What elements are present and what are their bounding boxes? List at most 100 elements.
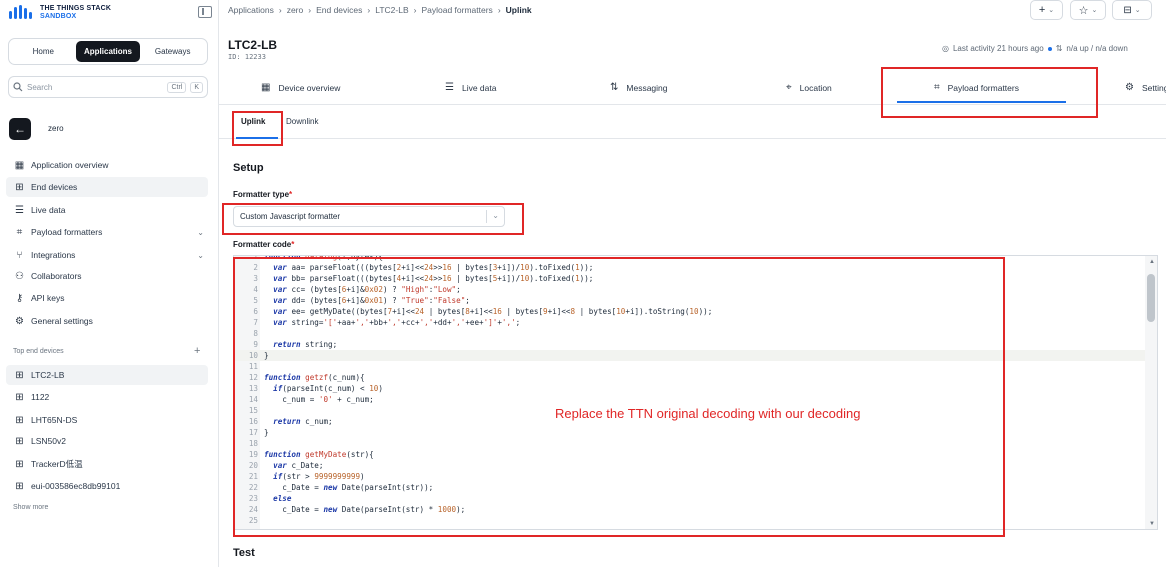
sidebar-item-collaborators[interactable]: ⚇ Collaborators xyxy=(6,266,208,286)
device-item[interactable]: ⊞ TrackerD低温 xyxy=(6,454,208,474)
breadcrumb-end-devices[interactable]: End devices xyxy=(316,5,362,15)
breadcrumb: Applications › zero › End devices › LTC2-LB… xyxy=(228,5,532,15)
device-item[interactable]: ⊞ eui-003586ec8db99101 xyxy=(6,476,208,496)
required-marker: * xyxy=(291,240,295,249)
sidebar-item-application-overview[interactable]: ▦ Application overview xyxy=(6,155,208,175)
users-icon: ⚇ xyxy=(15,270,24,282)
chevron-down-icon: ⌄ xyxy=(197,250,204,260)
fork-icon: ⑂ xyxy=(16,249,23,261)
main-nav-switcher: Home Applications Gateways xyxy=(8,38,208,65)
tab-label: Settings xyxy=(1141,82,1166,93)
home-segment[interactable]: Home xyxy=(11,41,76,62)
add-menu-button[interactable]: + ⌄ xyxy=(1030,0,1063,20)
breadcrumb-separator: › xyxy=(367,5,371,15)
sidebar-item-label: Live data xyxy=(31,205,66,215)
tab-device-overview[interactable]: ▦ Device overview xyxy=(261,70,340,105)
sidebar-item-end-devices[interactable]: ⊞ End devices xyxy=(6,177,208,197)
gear-icon: ⚙ xyxy=(15,315,24,327)
page-title: LTC2-LB xyxy=(228,38,278,52)
inbox-icon: ⊟ xyxy=(1123,4,1132,16)
bookmarks-button[interactable]: ☆ ⌄ xyxy=(1070,0,1106,20)
device-item[interactable]: ⊞ LHT65N-DS xyxy=(6,410,208,430)
scrollbar-thumb[interactable] xyxy=(1147,274,1155,322)
breadcrumb-application[interactable]: zero xyxy=(287,5,304,15)
sidebar-item-label: Collaborators xyxy=(31,271,82,281)
tab-downlink[interactable]: Downlink xyxy=(286,117,318,126)
device-label: TrackerD低温 xyxy=(31,459,83,469)
tab-location[interactable]: ⌖ Location xyxy=(786,70,832,105)
shortcut-ctrl: Ctrl xyxy=(167,81,187,93)
add-device-icon[interactable]: + xyxy=(194,345,200,357)
sidebar-item-general-settings[interactable]: ⚙ General settings xyxy=(6,311,208,331)
up-down-arrows-icon: ⇅ xyxy=(610,82,619,93)
back-arrow-button[interactable]: ← xyxy=(9,118,31,140)
breadcrumb-separator: › xyxy=(308,5,312,15)
required-marker: * xyxy=(289,190,293,199)
sidebar-item-api-keys[interactable]: ⚷ API keys xyxy=(6,288,208,308)
sidebar-item-live-data[interactable]: ☰ Live data xyxy=(6,200,208,220)
chip-icon: ⊞ xyxy=(15,369,24,381)
shortcut-k: K xyxy=(190,81,203,93)
grid-icon: ▦ xyxy=(261,82,271,93)
gateways-segment[interactable]: Gateways xyxy=(140,41,205,62)
breadcrumb-payload-formatters[interactable]: Payload formatters xyxy=(421,5,492,15)
last-activity-text: Last activity 21 hours ago xyxy=(952,44,1044,53)
plus-icon: + xyxy=(1038,4,1046,16)
search-icon xyxy=(13,82,23,92)
breadcrumb-separator: › xyxy=(413,5,417,15)
tab-label: Device overview xyxy=(278,82,341,93)
chip-icon: ⊞ xyxy=(15,414,24,426)
sidebar-item-label: Payload formatters xyxy=(31,227,103,237)
sidebar-item-integrations[interactable]: ⑂ Integrations ⌄ xyxy=(6,245,208,265)
scroll-down-icon[interactable]: ▼ xyxy=(1149,521,1155,527)
application-name: zero xyxy=(48,124,64,133)
formatter-code-label: Formatter code* xyxy=(233,240,294,249)
grid-icon: ▦ xyxy=(14,159,25,171)
sidebar-item-label: Integrations xyxy=(31,250,76,260)
notifications-button[interactable]: ⊟ ⌄ xyxy=(1112,0,1152,20)
test-heading: Test xyxy=(233,547,255,559)
device-item[interactable]: ⊞ 1122 xyxy=(6,387,208,407)
breadcrumb-separator: › xyxy=(497,5,501,15)
chip-icon: ⊞ xyxy=(15,458,24,470)
device-item[interactable]: ⊞ LTC2-LB xyxy=(6,365,208,385)
device-id: ID: 12233 xyxy=(228,53,266,61)
device-item[interactable]: ⊞ LSN50v2 xyxy=(6,431,208,451)
collapse-sidebar-icon[interactable] xyxy=(198,6,212,18)
chevron-down-icon: ⌄ xyxy=(1134,7,1141,14)
device-activity: ◎ Last activity 21 hours ago ⇅ n/a up / … xyxy=(942,44,1128,53)
tab-live-data[interactable]: ☰ Live data xyxy=(445,70,496,105)
breadcrumb-device[interactable]: LTC2-LB xyxy=(375,5,408,15)
setup-heading: Setup xyxy=(233,162,264,174)
top-bar: Applications › zero › End devices › LTC2-LB… xyxy=(219,0,1166,23)
breadcrumb-applications[interactable]: Applications xyxy=(228,5,274,15)
star-icon: ☆ xyxy=(1078,4,1089,17)
list-icon: ☰ xyxy=(445,82,454,93)
sidebar-item-label: Application overview xyxy=(31,160,109,170)
key-icon: ⚷ xyxy=(15,292,24,304)
show-more-link[interactable]: Show more xyxy=(13,504,48,511)
chip-icon: ⊞ xyxy=(15,435,24,447)
search-input[interactable]: Search Ctrl K xyxy=(8,76,208,98)
search-placeholder: Search xyxy=(27,82,53,92)
formatter-code-label-text: Formatter code xyxy=(233,240,292,249)
tab-settings[interactable]: ⚙ Settings xyxy=(1125,70,1166,105)
brand-logo[interactable]: THE THINGS STACK SANDBOX xyxy=(8,4,111,22)
highlight-box-code xyxy=(233,257,1005,537)
formatter-type-label: Formatter type* xyxy=(233,190,292,199)
traffic-text: n/a up / n/a down xyxy=(1066,44,1128,53)
scroll-up-icon[interactable]: ▲ xyxy=(1149,259,1155,265)
editor-scrollbar[interactable]: ▲ ▼ xyxy=(1145,256,1157,529)
brand-edition: SANDBOX xyxy=(40,13,77,20)
device-label: eui-003586ec8db99101 xyxy=(31,481,121,491)
top-end-devices-label: Top end devices xyxy=(13,348,64,355)
signal-icon: ◎ xyxy=(942,44,949,53)
chip-icon: ⊞ xyxy=(15,181,24,193)
sidebar-item-payload-formatters[interactable]: ⌗ Payload formatters ⌄ xyxy=(6,222,208,242)
location-pin-icon: ⌖ xyxy=(786,82,792,93)
breadcrumb-separator: › xyxy=(278,5,282,15)
brand-name: THE THINGS STACK xyxy=(40,5,112,12)
tab-messaging[interactable]: ⇅ Messaging xyxy=(610,70,668,105)
applications-segment[interactable]: Applications xyxy=(75,41,141,62)
sidebar: THE THINGS STACK SANDBOX Home Applicatio… xyxy=(0,0,219,567)
